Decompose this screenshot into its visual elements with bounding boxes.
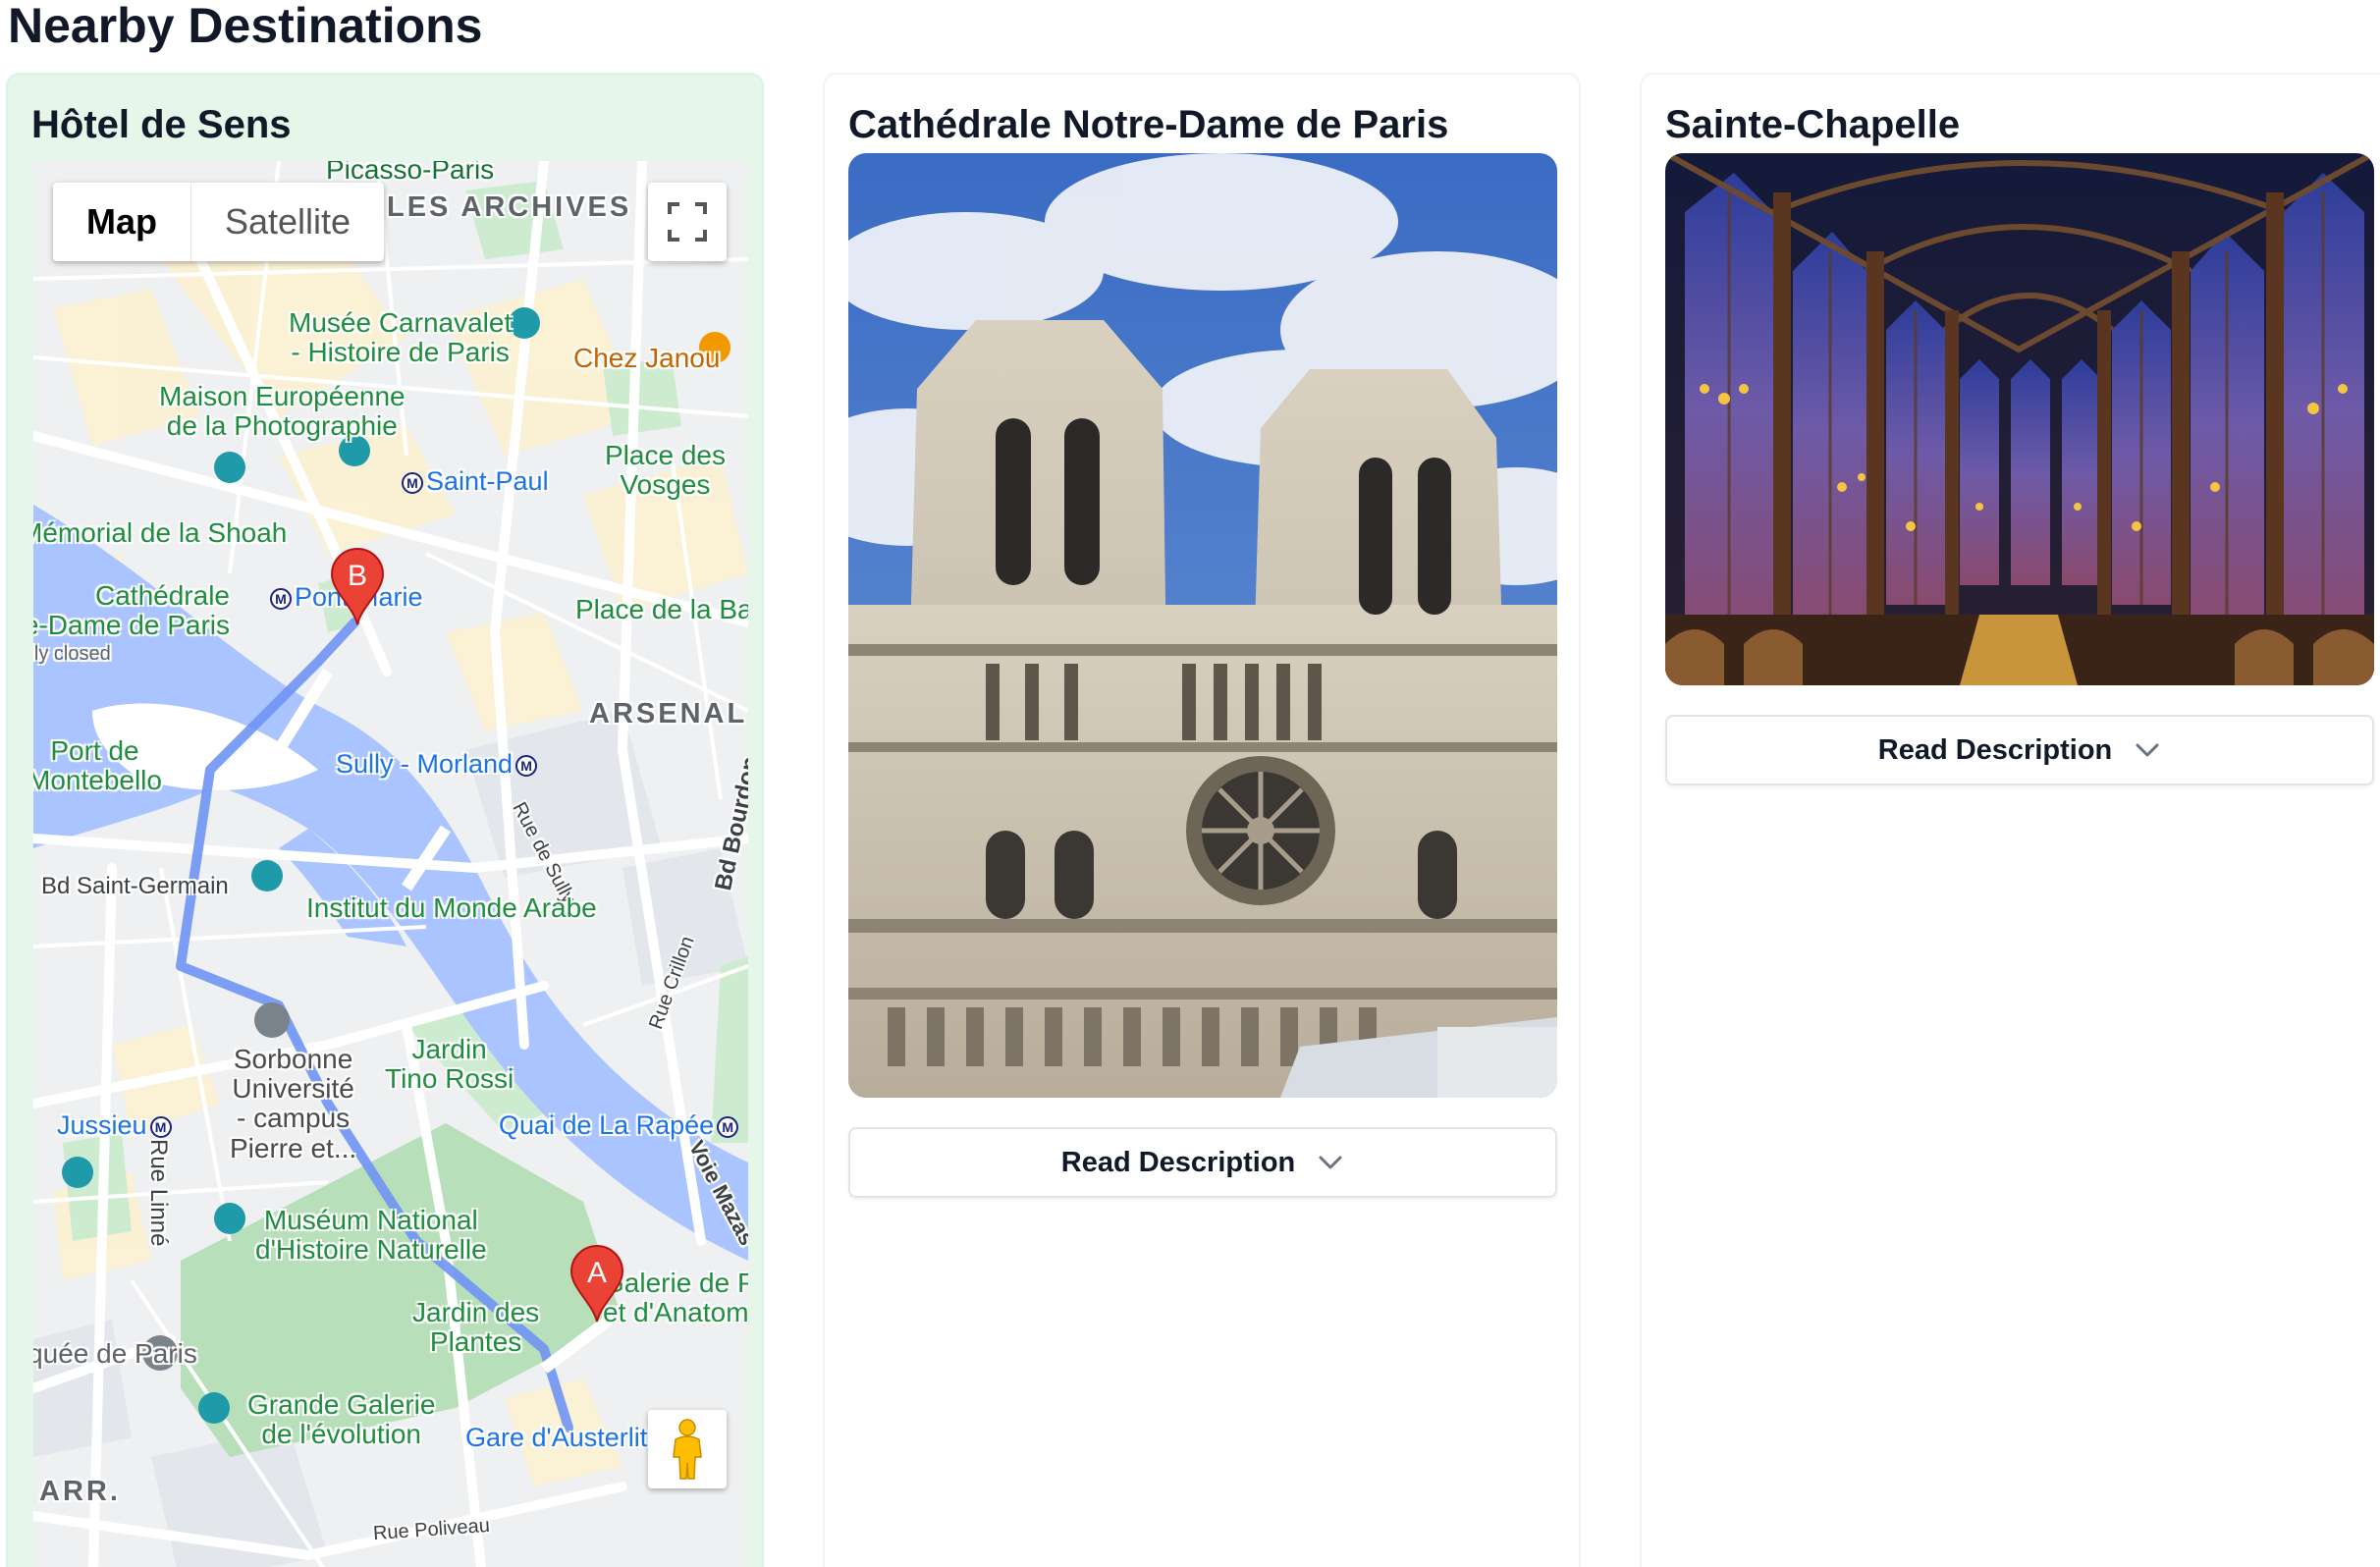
map-label-grande-galerie: Grande Galerie de l'évolution	[247, 1389, 436, 1450]
pegman-icon	[673, 1419, 702, 1480]
map-label-jardin-tino-rossi: Jardin Tino Rossi	[385, 1034, 514, 1095]
card-title: Hôtel de Sens	[31, 103, 292, 146]
route-map[interactable]: Picasso-Paris LES ARCHIVES Musée Carnava…	[33, 161, 748, 1567]
fullscreen-icon	[668, 202, 707, 242]
metro-icon: M	[402, 472, 423, 494]
metro-icon: M	[515, 755, 538, 777]
map-label-bd-saint-germain: Bd Saint-Germain	[41, 873, 229, 899]
marker-label-a: A	[587, 1257, 607, 1289]
destination-card-sainte-chapelle[interactable]: Sainte-Chapelle Read Description	[1640, 73, 2380, 1567]
map-label-jussieu: Jussieu M	[57, 1110, 175, 1140]
map-label-jardin-plantes: Jardin des Plantes	[412, 1297, 540, 1358]
card-title: Sainte-Chapelle	[1665, 103, 1961, 146]
map-label-chez-janou: Chez Janou	[573, 343, 721, 373]
map-label-carnavalet: Musée Carnavalet - Histoire de Paris	[289, 307, 513, 368]
map-label-institut: Institut du Monde Arabe	[306, 892, 597, 923]
map-label-temporarily-closed: Temporarily closed	[33, 643, 111, 665]
map-label-picasso: Picasso-Paris	[326, 161, 495, 185]
map-label-museum: Muséum National d'Histoire Naturelle	[255, 1205, 487, 1266]
map-label-sully-morland: Sully - Morland M	[336, 749, 540, 779]
map-type-satellite-button[interactable]: Satellite	[190, 183, 384, 261]
map-label-port-montebello: Port de Montebello	[33, 735, 162, 796]
metro-icon: M	[270, 588, 292, 610]
read-description-label: Read Description	[1877, 733, 2113, 766]
map-label-place-bastille: Place de la Bastille	[575, 594, 748, 624]
map-marker-a[interactable]: A	[569, 1245, 624, 1324]
map-label-shoah: Mémorial de la Shoah	[33, 517, 288, 548]
map-label-rue-linne: Rue Linné	[145, 1139, 172, 1247]
destination-card-hotel-de-sens[interactable]: Hôtel de Sens Picasso-Paris LES ARCHIVES…	[6, 73, 764, 1567]
map-label-austerlitz: Gare d'Austerlitz	[465, 1423, 661, 1452]
chevron-down-icon	[2136, 743, 2159, 757]
map-label-place-vosges: Place des Vosges	[605, 440, 726, 501]
map-label-saint-paul: M Saint-Paul	[399, 466, 549, 496]
sainte-chapelle-photo	[1665, 153, 2374, 685]
destination-card-notre-dame[interactable]: Cathédrale Notre-Dame de Paris Read Desc…	[823, 73, 1581, 1567]
map-label-cathedrale: Cathédrale Notre-Dame de Paris	[33, 580, 230, 641]
map-type-control[interactable]: Map Satellite	[53, 183, 385, 261]
read-description-button[interactable]: Read Description	[1665, 715, 2374, 785]
card-title: Cathédrale Notre-Dame de Paris	[848, 103, 1449, 146]
read-description-label: Read Description	[1060, 1146, 1296, 1178]
map-label-mosquee: Grande Mosquée de Paris	[33, 1338, 197, 1369]
map-marker-b[interactable]: B	[330, 548, 385, 626]
map-label-arr: ARR.	[39, 1476, 121, 1507]
street-view-button[interactable]	[648, 1410, 727, 1488]
map-label-sorbonne: Sorbonne Université - campus Pierre et..…	[230, 1044, 357, 1163]
page-title: Nearby Destinations	[8, 0, 483, 53]
read-description-button[interactable]: Read Description	[848, 1127, 1557, 1198]
map-label-archives: LES ARCHIVES	[387, 191, 632, 223]
marker-label-b: B	[348, 560, 367, 592]
map-label-maison-europeenne: Maison Européenne de la Photographie	[159, 381, 406, 442]
chevron-down-icon	[1319, 1156, 1342, 1169]
map-label-arsenal: ARSENAL	[589, 698, 748, 729]
map-label-galerie: Galerie de Paléontologie et d'Anatomie	[603, 1268, 748, 1328]
notre-dame-photo	[848, 153, 1557, 1098]
map-type-map-button[interactable]: Map	[53, 183, 190, 261]
metro-icon: M	[149, 1116, 172, 1138]
metro-icon: M	[717, 1116, 739, 1138]
fullscreen-button[interactable]	[648, 183, 727, 261]
